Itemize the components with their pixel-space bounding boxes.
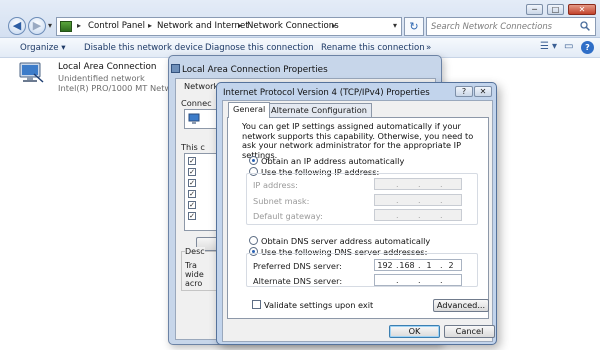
breadcrumb-network-and-internet[interactable]: Network and Internet (157, 21, 249, 31)
tab-networking[interactable]: Network (184, 81, 218, 91)
subnet-mask-label: Subnet mask: (253, 196, 310, 206)
item-checkbox[interactable]: ✓ (188, 168, 196, 176)
breadcrumb-control-panel[interactable]: Control Panel (88, 21, 145, 31)
dns-octet: 1 (426, 261, 432, 270)
recent-pages-dropdown[interactable]: ▾ (48, 21, 52, 30)
connect-using-label: Connec (181, 98, 212, 108)
tab-general[interactable]: General (228, 102, 271, 118)
organize-menu[interactable]: Organize ▾ (20, 43, 66, 53)
help-icon[interactable]: ? (581, 41, 594, 54)
back-button[interactable]: ◀ (8, 17, 26, 35)
refresh-button[interactable]: ↻ (404, 17, 424, 36)
alternate-dns-field[interactable]: ... (374, 274, 462, 286)
chevron-down-icon[interactable]: ▾ (393, 21, 397, 30)
alternate-dns-label: Alternate DNS server: (253, 276, 343, 286)
ip-address-group: IP address: ... Subnet mask: ... Default… (246, 173, 478, 225)
description-label: Desc (185, 247, 205, 256)
local-area-connection-item[interactable]: Local Area Connection Unidentified netwo… (18, 62, 168, 98)
default-gateway-field[interactable]: ... (374, 209, 462, 221)
search-placeholder: Search Network Connections (431, 21, 552, 31)
preferred-dns-field[interactable]: 192 . 168 . 1 . 2 (374, 259, 462, 271)
default-gateway-label: Default gateway: (253, 211, 323, 221)
ip-address-field[interactable]: ... (374, 178, 462, 190)
ok-button[interactable]: OK (389, 325, 440, 338)
close-button[interactable]: ✕ (474, 86, 492, 97)
address-box[interactable]: ▸ Control Panel ▸ Network and Internet ▸… (56, 17, 402, 36)
breadcrumb-arrow-icon[interactable]: ▸ (332, 21, 336, 30)
dialog-title: Internet Protocol Version 4 (TCP/IPv4) P… (223, 88, 430, 98)
network-icon (171, 64, 180, 73)
minimize-button[interactable]: ─ (526, 4, 543, 15)
dns-auto-label[interactable]: Obtain DNS server address automatically (261, 236, 430, 246)
general-panel: You can get IP settings assigned automat… (227, 117, 489, 319)
connection-status: Unidentified network (58, 73, 145, 83)
preferred-dns-label: Preferred DNS server: (253, 261, 342, 271)
more-commands-button[interactable]: » (426, 43, 431, 53)
item-checkbox[interactable]: ✓ (188, 201, 196, 209)
connection-name: Local Area Connection (58, 62, 157, 72)
adapter-name: Intel(R) PRO/1000 MT Netwo (58, 83, 168, 93)
cancel-button[interactable]: Cancel (444, 325, 495, 338)
network-adapter-icon (188, 113, 200, 124)
close-button[interactable]: ✕ (568, 4, 596, 15)
item-checkbox[interactable]: ✓ (188, 190, 196, 198)
description-line: acro (185, 279, 203, 288)
subnet-mask-field[interactable]: ... (374, 194, 462, 206)
advanced-button[interactable]: Advanced... (433, 299, 489, 312)
views-icon[interactable]: ☰ (540, 41, 549, 52)
address-bar-area: ─ □ ✕ ◀ ▶ ▾ ▸ Control Panel ▸ Network an… (0, 0, 600, 38)
dialog-title: Local Area Connection Properties (182, 65, 328, 75)
ip-auto-radio[interactable] (249, 156, 258, 165)
dns-octet: 2 (448, 261, 454, 270)
preview-pane-icon[interactable]: ▭ (564, 41, 573, 52)
disable-device-button[interactable]: Disable this network device (84, 43, 203, 53)
description-line: wide (185, 270, 204, 279)
description-text: You can get IP settings assigned automat… (242, 121, 474, 160)
dns-octet: 168 (399, 261, 415, 270)
validate-checkbox[interactable] (252, 300, 261, 309)
ip-auto-label[interactable]: Obtain an IP address automatically (261, 156, 404, 166)
rename-button[interactable]: Rename this connection (321, 43, 425, 53)
ipv4-properties-dialog: Internet Protocol Version 4 (TCP/IPv4) P… (216, 82, 497, 345)
breadcrumb-arrow-icon[interactable]: ▸ (148, 21, 152, 30)
search-icon (580, 21, 590, 31)
item-checkbox[interactable]: ✓ (188, 157, 196, 165)
breadcrumb-network-connections[interactable]: Network Connections (247, 21, 339, 31)
dns-group: Preferred DNS server: 192 . 168 . 1 . 2 … (246, 253, 478, 287)
item-checkbox[interactable]: ✓ (188, 212, 196, 220)
control-panel-icon (60, 21, 72, 32)
description-line: Tra (185, 261, 197, 270)
search-input[interactable]: Search Network Connections (426, 17, 596, 36)
tab-alternate-configuration[interactable]: Alternate Configuration (266, 103, 372, 117)
diagnose-button[interactable]: Diagnose this connection (205, 43, 314, 53)
chevron-down-icon[interactable]: ▾ (552, 41, 557, 52)
maximize-button[interactable]: □ (547, 4, 564, 15)
breadcrumb-arrow-icon[interactable]: ▸ (238, 21, 242, 30)
breadcrumb-arrow-icon[interactable]: ▸ (77, 21, 81, 30)
dns-auto-radio[interactable] (249, 236, 258, 245)
dialog-body: General Alternate Configuration You can … (222, 100, 495, 342)
dns-octet: 192 (377, 261, 393, 270)
item-checkbox[interactable]: ✓ (188, 179, 196, 187)
this-connection-label: This c (181, 142, 205, 152)
help-button[interactable]: ? (455, 86, 473, 97)
validate-label[interactable]: Validate settings upon exit (264, 300, 373, 310)
ip-address-label: IP address: (253, 180, 298, 190)
network-adapter-icon (19, 62, 44, 83)
forward-button[interactable]: ▶ (28, 17, 46, 35)
